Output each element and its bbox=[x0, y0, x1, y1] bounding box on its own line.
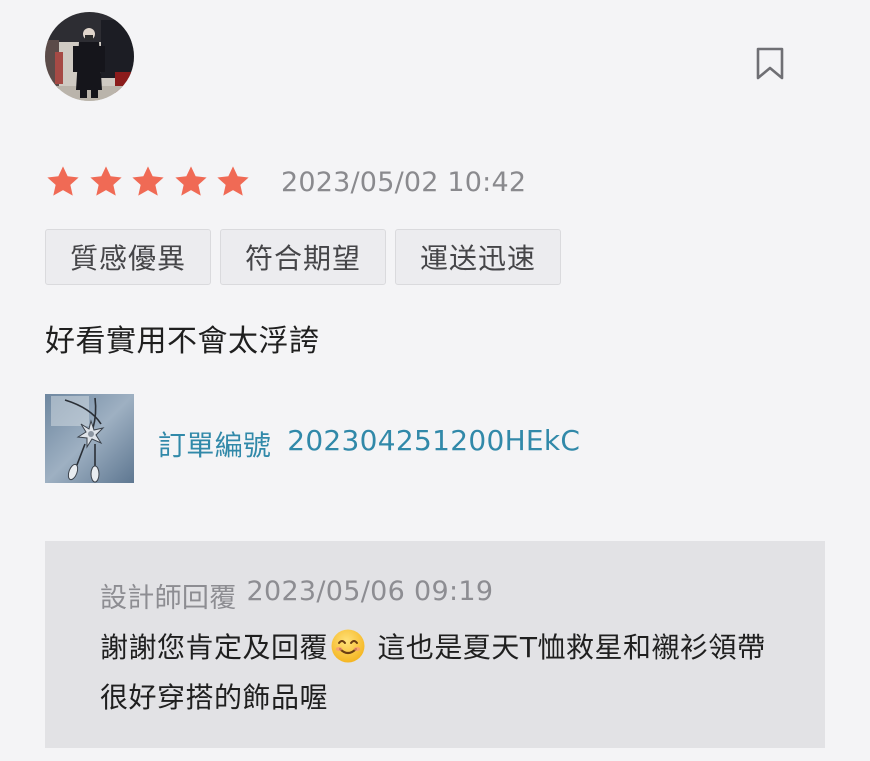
review-tag: 符合期望 bbox=[220, 229, 387, 285]
product-thumbnail[interactable] bbox=[45, 394, 134, 483]
smiling-face-emoji-icon bbox=[331, 629, 365, 663]
reply-text: 謝謝您肯定及回覆 這也是夏天T恤救星和襯衫領帶很好穿搭的飾品喔 bbox=[100, 623, 790, 723]
star-icon bbox=[174, 166, 207, 196]
order-number-value: 202304251200HEkC bbox=[287, 424, 581, 457]
reply-author: 設計師回覆 bbox=[100, 583, 237, 614]
review-date: 2023/05/02 10:42 bbox=[281, 166, 527, 198]
rating-row: 2023/05/02 10:42 bbox=[45, 160, 526, 204]
review-tags: 質感優異 符合期望 運送迅速 bbox=[45, 229, 570, 285]
designer-reply: 設計師回覆 2023/05/06 09:19 謝謝您肯定及回覆 這也是夏天T恤救… bbox=[45, 541, 825, 748]
reply-header: 設計師回覆 2023/05/06 09:19 bbox=[100, 576, 493, 615]
star-icon bbox=[132, 166, 164, 196]
star-icon bbox=[89, 166, 122, 196]
review-tag: 運送迅速 bbox=[395, 229, 562, 285]
bookmark-icon bbox=[756, 47, 784, 80]
brooch-product-image bbox=[45, 394, 134, 483]
star-icon bbox=[217, 166, 249, 196]
order-number-label: 訂單編號 bbox=[158, 429, 272, 462]
review-text: 好看實用不會太浮誇 bbox=[45, 324, 320, 359]
order-number-link[interactable]: 訂單編號 202304251200HEkC bbox=[158, 424, 580, 464]
reviewer-avatar[interactable] bbox=[45, 12, 134, 101]
reply-text-part-1: 謝謝您肯定及回覆 bbox=[100, 631, 329, 664]
bookmark-button[interactable] bbox=[755, 47, 785, 81]
review-tag: 質感優異 bbox=[45, 229, 212, 285]
star-icon bbox=[47, 166, 79, 196]
avatar-photo bbox=[45, 12, 134, 101]
star-rating bbox=[45, 164, 251, 200]
reply-date: 2023/05/06 09:19 bbox=[246, 576, 494, 607]
